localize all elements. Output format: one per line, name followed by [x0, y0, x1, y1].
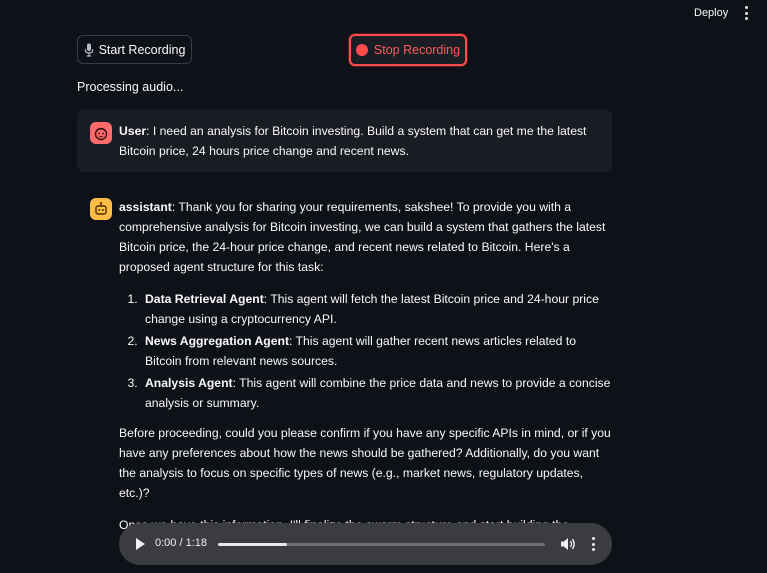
user-message-text: : I need an analysis for Bitcoin investi… — [119, 124, 587, 158]
audio-seek-bar[interactable] — [218, 543, 545, 546]
start-recording-label: Start Recording — [98, 42, 186, 57]
volume-icon[interactable] — [560, 537, 576, 551]
agent-list-item: Data Retrieval Agent: This agent will fe… — [141, 289, 611, 329]
agent-name: Analysis Agent — [145, 376, 233, 390]
audio-player: 0:00 / 1:18 — [119, 523, 612, 565]
assistant-intro-text: : Thank you for sharing your requirement… — [119, 200, 606, 274]
assistant-message: assistant: Thank you for sharing your re… — [119, 197, 611, 567]
assistant-role-label: assistant — [119, 200, 172, 214]
agent-list-item: Analysis Agent: This agent will combine … — [141, 373, 611, 413]
agent-list: Data Retrieval Agent: This agent will fe… — [119, 289, 611, 413]
stop-recording-label: Stop Recording — [373, 43, 461, 57]
top-bar: Deploy — [0, 0, 767, 28]
record-dot-icon — [355, 44, 368, 56]
user-face-icon — [90, 122, 112, 144]
audio-progress-fill — [218, 543, 287, 546]
assistant-intro: assistant: Thank you for sharing your re… — [119, 197, 611, 277]
deploy-button[interactable]: Deploy — [690, 6, 732, 20]
microphone-icon — [84, 43, 94, 57]
agent-name: Data Retrieval Agent — [145, 292, 264, 306]
user-role-label: User — [119, 124, 147, 138]
main-menu-icon[interactable] — [740, 6, 752, 20]
start-recording-button[interactable]: Start Recording — [77, 35, 192, 64]
agent-list-item: News Aggregation Agent: This agent will … — [141, 331, 611, 371]
agent-name: News Aggregation Agent — [145, 334, 289, 348]
status-text: Processing audio... — [77, 80, 184, 94]
user-message: User: I need an analysis for Bitcoin inv… — [119, 121, 599, 161]
audio-more-icon[interactable] — [590, 537, 596, 551]
play-icon[interactable] — [136, 538, 145, 550]
robot-icon — [90, 198, 112, 220]
assistant-question: Before proceeding, could you please conf… — [119, 426, 611, 500]
audio-time: 0:00 / 1:18 — [155, 537, 207, 549]
stop-recording-button[interactable]: Stop Recording — [349, 34, 467, 66]
app-root: Deploy Start Recording Stop Recording Pr… — [0, 0, 767, 573]
